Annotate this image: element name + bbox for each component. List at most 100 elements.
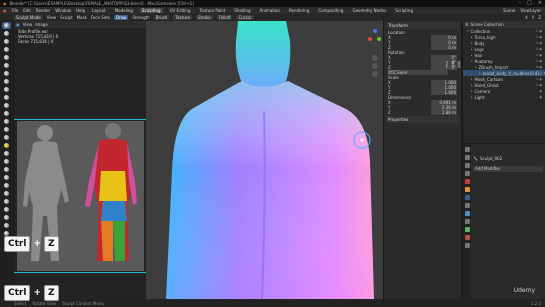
menu-mask[interactable]: Mask: [77, 15, 87, 20]
boundary-brush-icon[interactable]: [2, 206, 11, 213]
sidebar-n-panel: Transform Location X0 m Y0 m Z0 m Rotati…: [383, 21, 461, 299]
menu-help[interactable]: Help: [76, 8, 85, 13]
crease-brush-icon[interactable]: [2, 86, 11, 93]
symmetry-z[interactable]: Z: [538, 15, 545, 20]
tab-texture-paint[interactable]: Texture Paint: [197, 8, 227, 13]
snake-hook-brush-icon[interactable]: [2, 158, 11, 165]
simplify-brush-icon[interactable]: [2, 222, 11, 229]
menu-render[interactable]: Render: [36, 8, 50, 13]
tab-layout[interactable]: Layout: [90, 8, 108, 13]
tool-tab-icon[interactable]: [464, 147, 470, 152]
clay-strips-brush-icon[interactable]: [2, 46, 11, 53]
menu-file[interactable]: File: [12, 8, 19, 13]
tab-item[interactable]: Item: [457, 61, 461, 69]
modifier-tab-icon[interactable]: [464, 195, 470, 200]
minimize-button[interactable]: –: [519, 0, 522, 7]
close-button[interactable]: ✕: [538, 0, 542, 7]
thumb-brush-icon[interactable]: [2, 166, 11, 173]
flatten-brush-icon[interactable]: [2, 102, 11, 109]
3d-viewport[interactable]: [146, 21, 383, 299]
menu-sculpt[interactable]: Sculpt: [60, 15, 73, 20]
menu-view[interactable]: View: [47, 15, 57, 20]
elastic-deform-brush-icon[interactable]: [2, 150, 11, 157]
view-layer-selector[interactable]: ViewLayer: [520, 8, 545, 13]
tab-shading[interactable]: Shading: [232, 8, 252, 13]
tab-compositing[interactable]: Compositing: [316, 8, 345, 13]
outliner-row[interactable]: ▸ Light ◉: [463, 94, 545, 100]
object-tab-icon[interactable]: [464, 187, 470, 192]
pinch-brush-icon[interactable]: [2, 134, 11, 141]
tab-geometry-nodes[interactable]: Geometry Nodes: [350, 8, 388, 13]
camera-view-icon[interactable]: [372, 71, 378, 77]
scrape-brush-icon[interactable]: [2, 118, 11, 125]
data-tab-icon[interactable]: [464, 227, 470, 232]
symmetry-x[interactable]: X: [525, 15, 528, 20]
axis-z-icon[interactable]: [373, 29, 377, 33]
maximize-button[interactable]: □: [527, 0, 532, 7]
world-tab-icon[interactable]: [464, 179, 470, 184]
brush-options[interactable]: Brush: [153, 15, 170, 20]
clay-brush-icon[interactable]: [2, 38, 11, 45]
layer-brush-icon[interactable]: [2, 62, 11, 69]
texture-tab-icon[interactable]: [464, 243, 470, 248]
tab-sculpting[interactable]: Sculpting: [139, 8, 163, 13]
tab-uv-editing[interactable]: UV Editing: [168, 8, 193, 13]
inflate-brush-icon[interactable]: [2, 70, 11, 77]
zoom-icon[interactable]: [372, 55, 378, 61]
physics-tab-icon[interactable]: [464, 211, 470, 216]
add-modifier-dropdown[interactable]: Add Modifier: [473, 166, 543, 172]
clay-thumb-brush-icon[interactable]: [2, 54, 11, 61]
draw-sharp-brush-icon[interactable]: [2, 30, 11, 37]
fill-brush-icon[interactable]: [2, 110, 11, 117]
menu-edit[interactable]: Edit: [23, 8, 31, 13]
tab-animation[interactable]: Animation: [258, 8, 282, 13]
selection-line-top: [14, 119, 146, 120]
axis-x-icon[interactable]: [368, 37, 372, 41]
output-tab-icon[interactable]: [464, 163, 470, 168]
axis-y-icon[interactable]: [377, 37, 381, 41]
tab-view[interactable]: View: [445, 61, 449, 68]
properties-section[interactable]: Properties: [386, 116, 459, 123]
material-tab-icon[interactable]: [464, 235, 470, 240]
multiplane-scrape-brush-icon[interactable]: [2, 126, 11, 133]
image-menu-view[interactable]: View: [23, 22, 33, 27]
navigation-gizmo[interactable]: [368, 29, 382, 51]
stroke-options[interactable]: Stroke: [195, 15, 213, 20]
render-tab-icon[interactable]: [464, 155, 470, 160]
cloth-brush-icon[interactable]: [2, 214, 11, 221]
image-menu-image[interactable]: Image: [35, 22, 48, 27]
tab-modeling[interactable]: Modeling: [113, 8, 135, 13]
brush-selector[interactable]: Draw: [113, 15, 129, 20]
smooth-brush-icon[interactable]: [2, 94, 11, 101]
tab-scripting[interactable]: Scripting: [393, 8, 415, 13]
pan-icon[interactable]: [372, 63, 378, 69]
dimensions-z[interactable]: Z 1.88 m: [386, 110, 459, 115]
scene-tab-icon[interactable]: [464, 171, 470, 176]
transform-section[interactable]: Transform: [386, 22, 459, 29]
menu-window[interactable]: Window: [55, 8, 71, 13]
scene-selector[interactable]: Scene: [503, 8, 515, 13]
cursor-options[interactable]: Cursor: [236, 15, 254, 20]
draw-brush-icon[interactable]: [2, 22, 11, 29]
image-editor-icon[interactable]: ▣: [16, 22, 20, 27]
symmetry-y[interactable]: Y: [532, 15, 534, 20]
constraints-tab-icon[interactable]: [464, 219, 470, 224]
blob-brush-icon[interactable]: [2, 78, 11, 85]
udemy-watermark: Udemy: [513, 287, 535, 294]
menu-face-sets[interactable]: Face Sets: [91, 15, 110, 20]
properties-editor: 🔧 Sculpt_002 Add Modifier: [462, 144, 545, 299]
pose-brush-icon[interactable]: [2, 174, 11, 181]
slide-relax-brush-icon[interactable]: [2, 198, 11, 205]
grab-brush-icon[interactable]: [2, 142, 11, 149]
blender-menu-icon[interactable]: ◉: [3, 8, 7, 13]
texture-options[interactable]: Texture: [173, 15, 192, 20]
tab-rendering[interactable]: Rendering: [287, 8, 311, 13]
nudge-brush-icon[interactable]: [2, 182, 11, 189]
particles-tab-icon[interactable]: [464, 203, 470, 208]
rotate-brush-icon[interactable]: [2, 190, 11, 197]
falloff-options[interactable]: Falloff: [216, 15, 233, 20]
outliner-header: ☰ Scene Collection: [463, 21, 545, 28]
tab-tool[interactable]: Tool: [451, 61, 455, 68]
outliner-icon[interactable]: ☰: [465, 22, 469, 27]
mode-selector[interactable]: Sculpt Mode: [14, 15, 43, 20]
